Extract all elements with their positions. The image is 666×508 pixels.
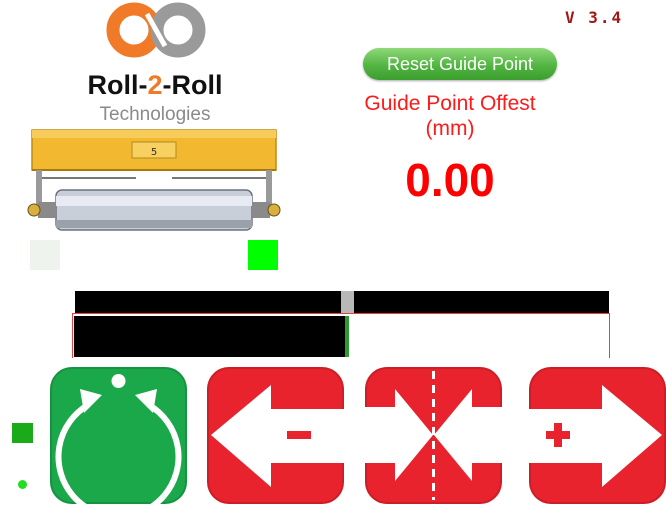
offset-label-line1: Guide Point Offest (364, 92, 536, 115)
status-dot (18, 480, 27, 489)
move-right-button[interactable] (529, 367, 666, 504)
arrow-left-minus-icon (211, 385, 344, 487)
reset-guide-point-button[interactable]: Reset Guide Point (363, 48, 557, 80)
right-sensor-indicator (248, 240, 278, 270)
brand-logo-icon (104, 2, 208, 58)
brand-name-part3: -Roll (162, 70, 223, 100)
brand-subtitle: Technologies (99, 104, 211, 125)
machine-label: 5 (151, 147, 157, 158)
brand-name: Roll-2-Roll (40, 70, 270, 101)
guide-point-offset-label: Guide Point Offest (mm) (330, 91, 570, 141)
offset-bar-fill (74, 316, 347, 357)
center-icon (365, 371, 502, 500)
auto-mode-button[interactable] (50, 367, 187, 504)
offset-label-unit: (mm) (425, 117, 475, 140)
brand-name-part1: Roll- (87, 70, 148, 100)
auto-mode-icon (55, 374, 182, 504)
guide-position-marker (340, 291, 354, 313)
brand-name-accent: 2 (147, 70, 163, 100)
guide-machine-illustration: 5 (26, 128, 282, 238)
version-label: V 3.4 (565, 8, 624, 27)
arrow-right-plus-icon (529, 385, 662, 487)
guide-point-offset-value: 0.00 (405, 154, 495, 206)
move-left-button[interactable] (207, 367, 344, 504)
center-button[interactable] (365, 367, 502, 504)
left-sensor-indicator (30, 240, 60, 270)
status-indicator (12, 423, 33, 443)
offset-bar-edge (345, 316, 350, 357)
